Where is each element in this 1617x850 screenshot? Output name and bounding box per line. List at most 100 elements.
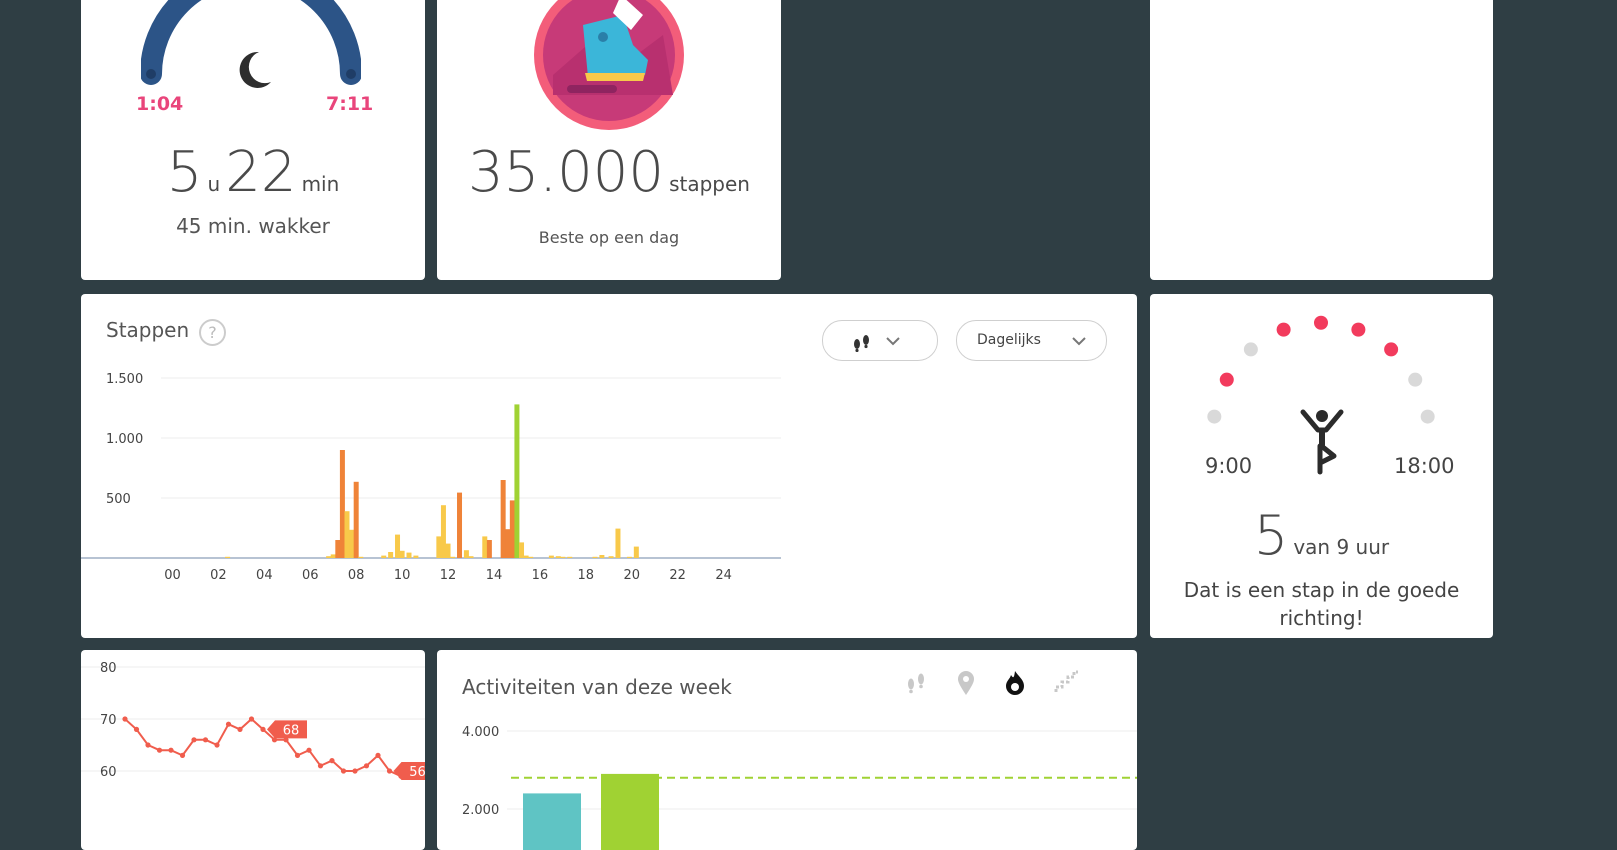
- step-bar: [339, 450, 345, 558]
- sleep-awake: 45 min. wakker: [176, 214, 330, 238]
- weekly-bar-chart: 4.000 2.000: [462, 725, 1137, 850]
- heart-rate-point: [168, 747, 174, 753]
- heart-rate-line-chart: 80 70 60 68 56: [81, 661, 425, 780]
- hourly-count: 5 van 9 uur: [1150, 504, 1493, 567]
- step-bar: [326, 556, 332, 558]
- hourly-start-time: 9:00: [1205, 454, 1253, 478]
- step-bar: [440, 505, 446, 558]
- step-bar: [225, 556, 231, 558]
- step-bar: [413, 555, 419, 558]
- heart-rate-point: [306, 747, 312, 753]
- empty-tile: [1150, 0, 1493, 280]
- step-bar: [463, 550, 469, 558]
- step-bar: [358, 556, 364, 558]
- hourly-activity-tile[interactable]: 9:00 18:00 5 van 9 uur Dat is een stap i…: [1150, 294, 1493, 638]
- step-bar: [615, 528, 621, 558]
- heart-rate-point: [260, 726, 266, 732]
- heart-rate-point: [363, 763, 370, 769]
- step-bar: [468, 556, 474, 558]
- x-tick-label: 14: [486, 568, 503, 583]
- badge-tile[interactable]: 35.000 stappen Beste op een dag: [437, 0, 781, 280]
- step-bar: [445, 543, 451, 558]
- steps-chart-tile: Stappen ? Dagelijks 1.500 1.000 500 00 02 04 0…: [81, 294, 1137, 638]
- y-tick-label: 1.500: [106, 372, 143, 387]
- hour-dot: [1420, 409, 1435, 424]
- x-tick-label: 06: [302, 568, 319, 583]
- y-tick-label: 80: [100, 661, 117, 676]
- step-bar: [353, 481, 359, 558]
- heart-rate-callout: 56: [393, 762, 425, 780]
- heart-rate-point: [248, 716, 255, 722]
- x-tick-label: 08: [348, 568, 365, 583]
- weekly-bar: [523, 793, 581, 850]
- step-bar: [514, 404, 520, 558]
- stretching-person-icon: [1300, 409, 1344, 475]
- step-bar: [482, 536, 488, 558]
- x-tick-label: 18: [578, 568, 595, 583]
- y-tick-label: 60: [100, 765, 117, 780]
- step-bar: [560, 556, 566, 558]
- heart-rate-point: [122, 716, 128, 722]
- hour-dot: [1276, 322, 1291, 337]
- heart-rate-point: [133, 726, 140, 732]
- callout-label: 68: [283, 723, 300, 738]
- heart-rate-point: [202, 737, 209, 743]
- step-bar: [335, 540, 341, 558]
- step-bar: [633, 546, 639, 558]
- x-tick-label: 20: [623, 568, 640, 583]
- heart-rate-tile[interactable]: 80 70 60 68 56: [81, 650, 425, 850]
- hour-dot: [1314, 315, 1328, 330]
- step-bar: [599, 555, 605, 558]
- steps-bar-chart: 1.500 1.000 500 00 02 04 06 08 10 12 14 16 18 20 22 24: [81, 372, 781, 583]
- step-bar: [395, 534, 401, 558]
- heart-rate-point: [156, 747, 163, 753]
- x-tick-label: 00: [164, 568, 181, 583]
- step-bar: [523, 555, 529, 558]
- x-tick-label: 24: [715, 568, 732, 583]
- moon-icon: [239, 51, 271, 88]
- y-tick-label: 2.000: [462, 803, 499, 818]
- y-tick-label: 1.000: [106, 432, 143, 447]
- hourly-end-time: 18:00: [1394, 454, 1455, 478]
- heart-rate-point: [340, 768, 347, 774]
- x-tick-label: 22: [669, 568, 686, 583]
- heart-rate-point: [352, 768, 358, 774]
- heart-rate-point: [329, 758, 335, 764]
- step-bar: [528, 556, 534, 558]
- y-tick-label: 70: [100, 713, 117, 728]
- step-bar: [486, 540, 492, 558]
- heart-rate-point: [237, 726, 243, 732]
- heart-rate-point: [145, 742, 151, 748]
- heart-rate-point: [191, 737, 197, 743]
- heart-rate-point: [386, 768, 393, 774]
- heart-rate-point: [317, 763, 324, 769]
- heart-rate-point: [294, 752, 301, 758]
- badge-value: 35.000: [468, 140, 664, 205]
- hour-dot: [1219, 372, 1234, 387]
- sleep-minutes-unit: min: [301, 172, 340, 196]
- heart-rate-point: [214, 742, 220, 748]
- sleep-duration: 5 u 22 min: [81, 140, 425, 205]
- x-tick-label: 04: [256, 568, 273, 583]
- step-bar: [399, 550, 405, 558]
- sleep-end-time: 7:11: [326, 93, 374, 115]
- sneaker-badge-icon: [534, 0, 684, 130]
- sleep-hours: 5: [166, 140, 203, 205]
- heart-rate-point: [179, 752, 186, 758]
- step-bar: [555, 556, 561, 558]
- step-bar: [592, 556, 598, 558]
- x-tick-label: 10: [394, 568, 411, 583]
- step-bar: [500, 480, 506, 558]
- step-bar: [519, 542, 525, 558]
- step-bar: [505, 529, 511, 558]
- step-bar: [349, 529, 355, 558]
- badge-caption: Beste op een dag: [538, 228, 680, 247]
- step-bar: [567, 556, 573, 558]
- step-bar: [457, 492, 463, 558]
- sleep-tile[interactable]: 1:04 7:11 5 u 22 min 45 min. wakker: [81, 0, 425, 280]
- step-bar: [548, 555, 554, 558]
- heart-rate-callout: 68: [267, 720, 307, 739]
- x-tick-label: 16: [532, 568, 549, 583]
- step-bar: [608, 556, 614, 558]
- y-tick-label: 4.000: [462, 725, 499, 740]
